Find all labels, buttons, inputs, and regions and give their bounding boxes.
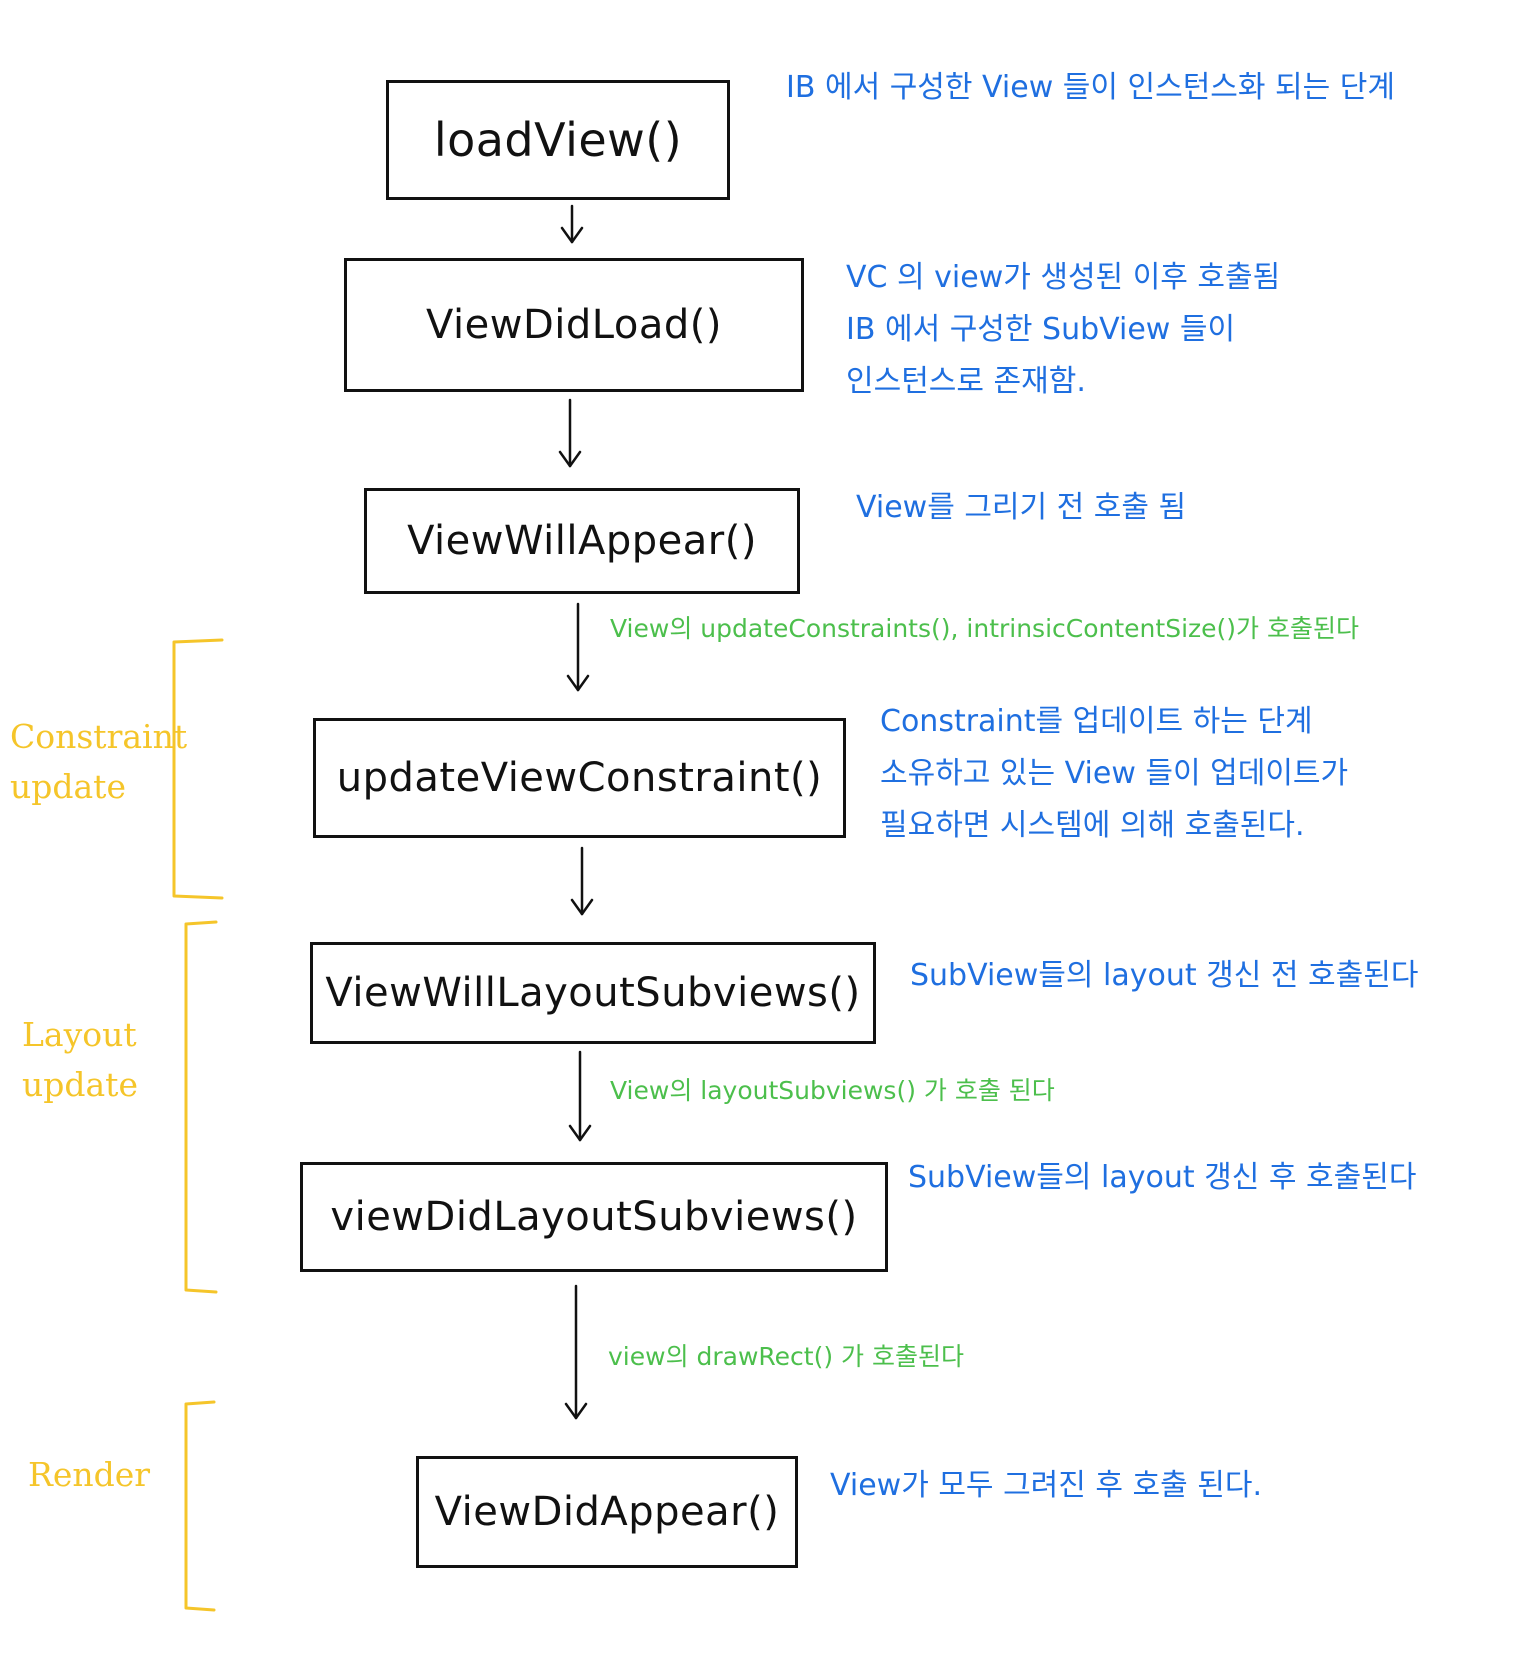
- step-note-view-will-layout-subviews: SubView들의 layout 갱신 전 호출된다: [910, 950, 1418, 1002]
- step-note-view-did-layout-subviews: SubView들의 layout 갱신 후 호출된다: [908, 1152, 1416, 1204]
- phase-line: update: [22, 1065, 138, 1104]
- note-line: IB 에서 구성한 View 들이 인스턴스화 되는 단계: [786, 70, 1395, 105]
- step-label: ViewDidAppear(): [434, 1489, 780, 1535]
- step-note-view-did-load: VC 의 view가 생성된 이후 호출됨 IB 에서 구성한 SubView …: [846, 252, 1280, 408]
- step-box-view-did-load: ViewDidLoad(): [344, 258, 804, 392]
- flow-arrow-1: [560, 204, 584, 244]
- note-line: View가 모두 그려진 후 호출 된다.: [830, 1468, 1263, 1503]
- step-note-update-view-constraint: Constraint를 업데이트 하는 단계 소유하고 있는 View 들이 업…: [880, 696, 1348, 852]
- step-box-load-view: loadView(): [386, 80, 730, 200]
- phase-line: update: [10, 767, 126, 806]
- flow-arrow-5: [568, 1050, 592, 1142]
- step-box-view-did-layout-subviews: viewDidLayoutSubviews(): [300, 1162, 888, 1272]
- system-call-update-constraints: View의 updateConstraints(), intrinsicCont…: [610, 614, 1359, 643]
- step-box-view-did-appear: ViewDidAppear(): [416, 1456, 798, 1568]
- flow-arrow-3: [566, 602, 590, 692]
- step-label: ViewDidLoad(): [426, 302, 722, 348]
- step-note-load-view: IB 에서 구성한 View 들이 인스턴스화 되는 단계: [786, 62, 1395, 114]
- phase-line: Constraint: [10, 717, 188, 756]
- step-label: viewDidLayoutSubviews(): [330, 1194, 858, 1240]
- phase-line: Render: [28, 1455, 151, 1494]
- system-call-draw-rect: view의 drawRect() 가 호출된다: [608, 1342, 965, 1371]
- step-note-view-did-appear: View가 모두 그려진 후 호출 된다.: [830, 1460, 1262, 1512]
- step-label: loadView(): [433, 113, 683, 167]
- note-line: 인스턴스로 존재함.: [846, 364, 1086, 399]
- phase-label-render: Render: [28, 1450, 150, 1500]
- note-line: SubView들의 layout 갱신 전 호출된다: [910, 958, 1419, 993]
- note-line: 필요하면 시스템에 의해 호출된다.: [880, 808, 1305, 843]
- phase-line: Layout: [22, 1015, 137, 1054]
- flow-arrow-6: [564, 1284, 588, 1420]
- step-label: updateViewConstraint(): [336, 755, 823, 801]
- phase-label-constraint-update: Constraint update: [10, 712, 187, 812]
- note-line: 소유하고 있는 View 들이 업데이트가: [880, 756, 1349, 791]
- step-box-view-will-appear: ViewWillAppear(): [364, 488, 800, 594]
- phase-label-layout-update: Layout update: [22, 1010, 138, 1110]
- note-line: Constraint를 업데이트 하는 단계: [880, 704, 1313, 739]
- flow-arrow-2: [558, 398, 582, 468]
- phase-bracket-3: [184, 1400, 216, 1612]
- system-call-layout-subviews: View의 layoutSubviews() 가 호출 된다: [610, 1076, 1055, 1105]
- phase-bracket-2: [184, 920, 218, 1294]
- flow-arrow-4: [570, 846, 594, 916]
- note-line: SubView들의 layout 갱신 후 호출된다: [908, 1160, 1417, 1195]
- step-label: ViewWillAppear(): [407, 518, 757, 564]
- note-line: IB 에서 구성한 SubView 들이: [846, 312, 1236, 347]
- note-line: View를 그리기 전 호출 됨: [856, 490, 1187, 525]
- note-line: VC 의 view가 생성된 이후 호출됨: [846, 260, 1281, 295]
- step-box-update-view-constraint: updateViewConstraint(): [313, 718, 846, 838]
- step-label: ViewWillLayoutSubviews(): [325, 970, 861, 1016]
- step-note-view-will-appear: View를 그리기 전 호출 됨: [856, 482, 1186, 534]
- step-box-view-will-layout-subviews: ViewWillLayoutSubviews(): [310, 942, 876, 1044]
